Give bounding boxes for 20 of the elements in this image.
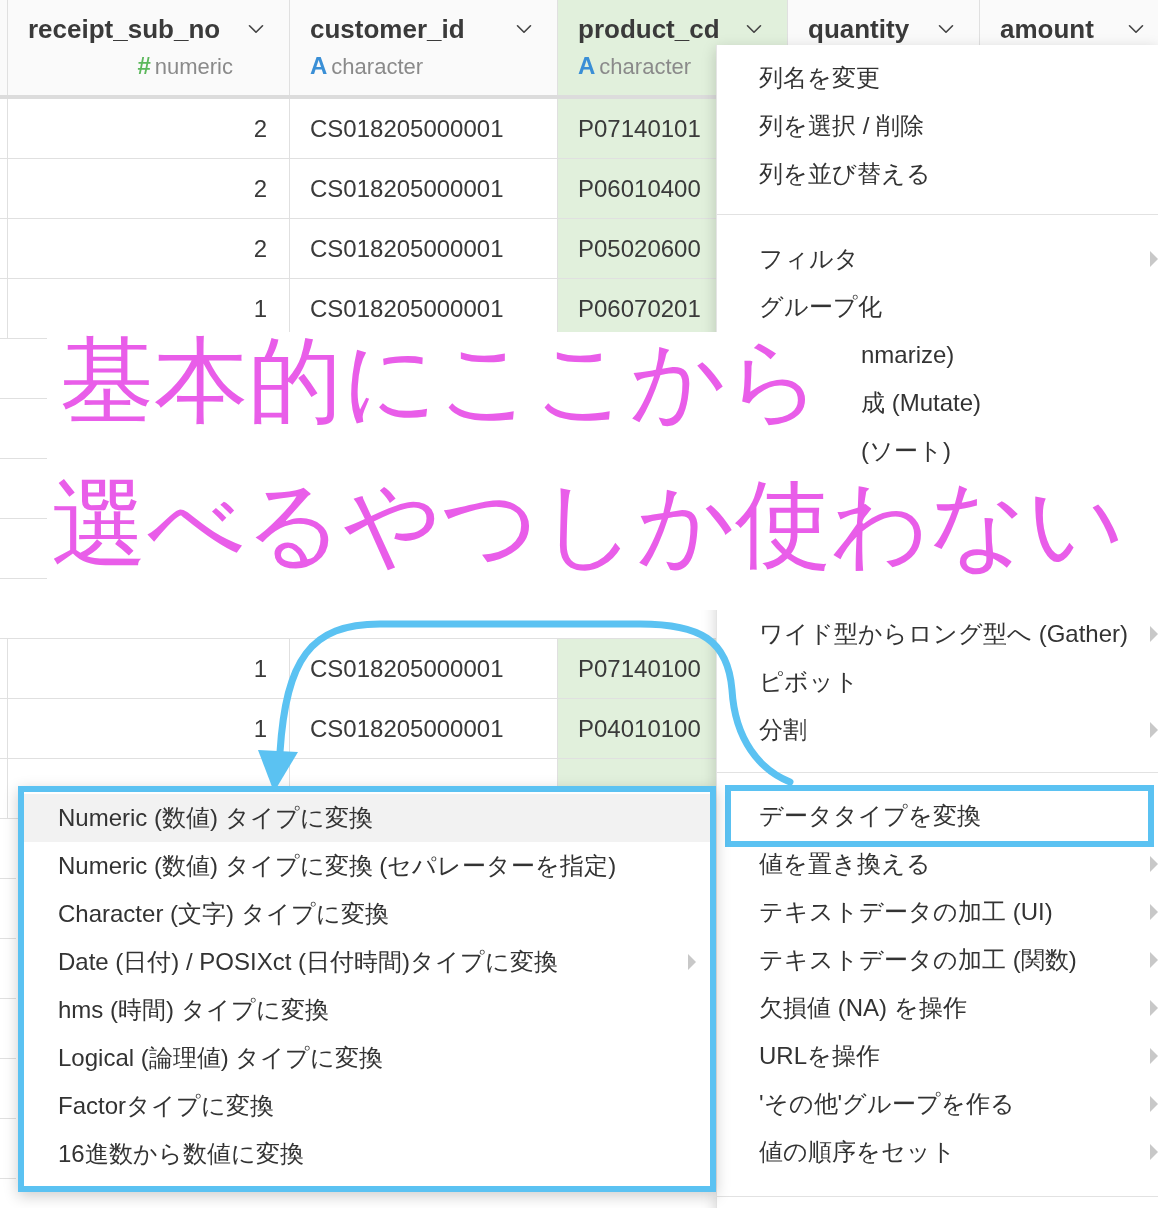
table-cell: 2 [8, 219, 290, 279]
column-type: numeric [154, 52, 233, 81]
table-cell: 1 [8, 639, 290, 699]
column-name: customer_id [310, 13, 465, 46]
table-cell: 2 [8, 159, 290, 219]
column-name: product_cd [578, 13, 720, 46]
table-cell: CS018205000001 [290, 219, 558, 279]
column-type: character [599, 52, 692, 81]
column-name: receipt_sub_no [28, 13, 221, 46]
table-cell: CS018205000001 [290, 639, 558, 699]
column-name: quantity [808, 13, 910, 46]
table-cell: CS018205000001 [290, 159, 558, 219]
table-cell: 2 [8, 99, 290, 159]
type-icon: # [137, 48, 151, 84]
annotation-text: 選べるやつしか使わない [51, 468, 1125, 580]
table-cell: CS018205000001 [290, 99, 558, 159]
column-name: amount [1000, 13, 1094, 46]
type-icon: A [310, 48, 328, 84]
type-icon: A [578, 48, 596, 84]
column-type: character [331, 52, 424, 81]
